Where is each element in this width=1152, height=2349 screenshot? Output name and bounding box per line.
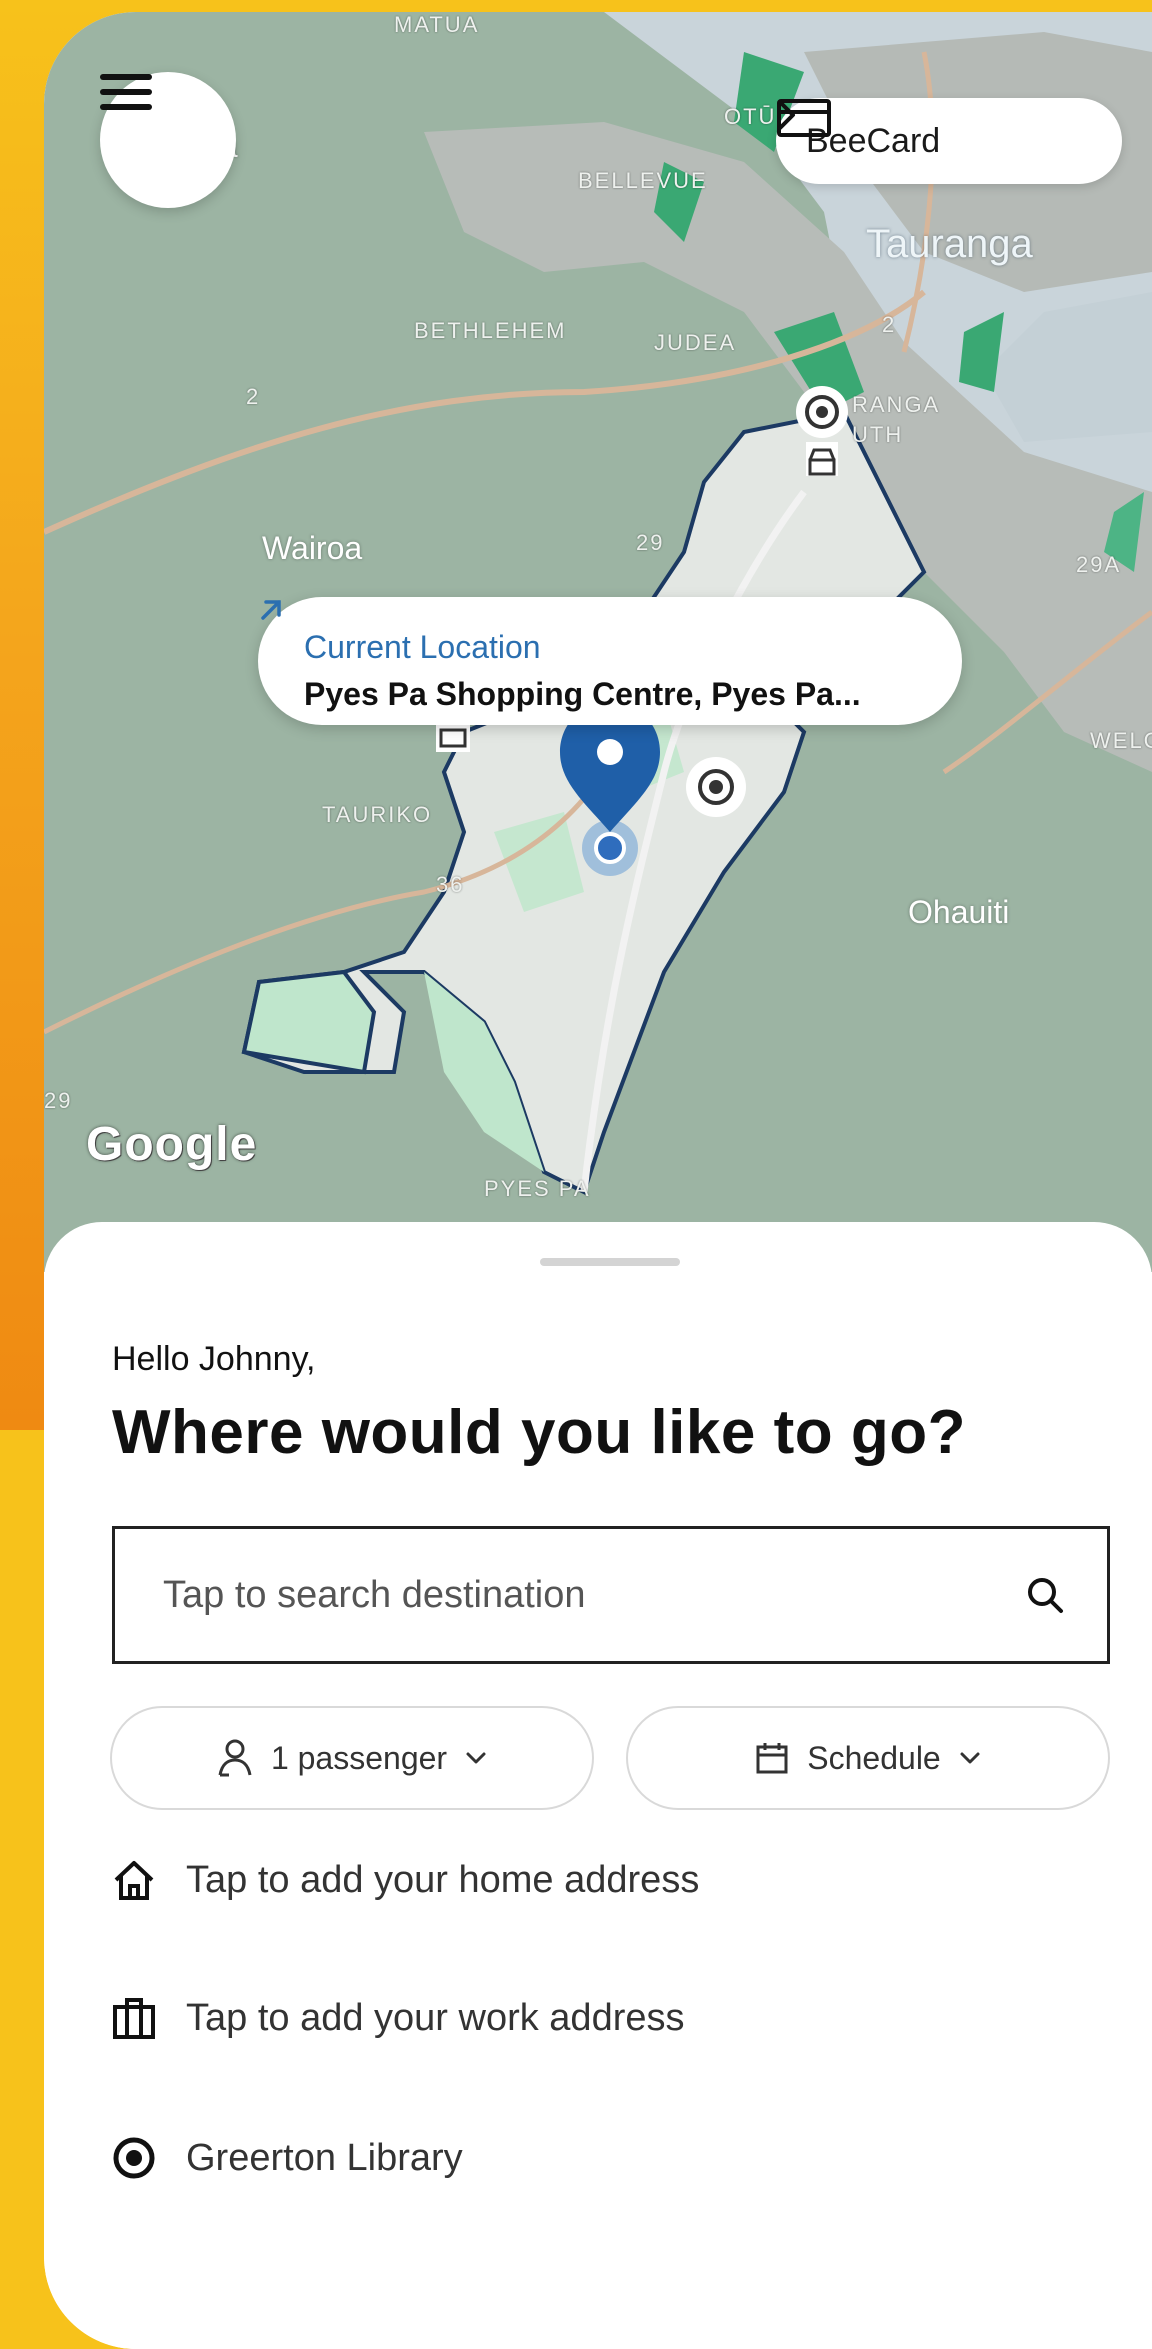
current-location-callout[interactable]: Current Location Pyes Pa Shopping Centre… [258,597,962,725]
map-road-29: 29 [636,530,665,555]
map-label-ranga: RANGA [852,392,941,417]
schedule-selector[interactable]: Schedule [626,1706,1110,1810]
map-road-2-west: 2 [246,384,261,409]
home-address-label: Tap to add your home address [186,1858,700,1901]
greeting-text: Hello Johnny, [112,1340,316,1378]
briefcase-icon [113,1998,155,2039]
calendar-icon [756,1743,788,1774]
map-road-2-north: 2 [882,312,897,337]
map-label-ohauiti: Ohauiti [908,894,1010,930]
chevron-down-icon [960,1752,980,1764]
sheet-drag-handle[interactable] [540,1258,680,1266]
work-address-label: Tap to add your work address [186,1996,685,2039]
home-icon [114,1861,154,1900]
chevron-right-icon [778,100,795,130]
map-label-otu: OTŪ [724,104,777,129]
map-label-judea: JUDEA [654,330,737,355]
home-address-row[interactable]: Tap to add your home address [112,1858,699,1902]
recent-place-row[interactable]: Greerton Library [112,2136,463,2180]
chevron-down-icon [466,1752,486,1764]
map-road-29a: 29A [1076,552,1122,577]
destination-search-input[interactable]: Tap to search destination [112,1526,1110,1664]
map-label-pyes-pa: PYES PA [484,1176,591,1201]
current-location-address: Pyes Pa Shopping Centre, Pyes Pa... [304,676,861,712]
passenger-selector[interactable]: 1 passenger [110,1706,594,1810]
work-address-row[interactable]: Tap to add your work address [112,1996,685,2040]
map-road-29-south: 29 [44,1088,73,1113]
beecard-button[interactable]: BeeCard [776,98,1122,184]
recent-place-label: Greerton Library [186,2136,463,2179]
map-label-welc: WELC [1090,728,1152,753]
map-view[interactable]: MATUA OTŪ na BELLEVUE Tauranga BETHLEHEM… [44,12,1152,1272]
map-label-tauriko: TAURIKO [322,802,433,827]
current-location-title: Current Location [304,629,541,665]
map-label-matua: MATUA [394,12,480,37]
map-label-bellevue: BELLEVUE [578,168,708,193]
map-label-bethlehem: BETHLEHEM [414,318,567,343]
search-placeholder: Tap to search destination [163,1573,586,1616]
map-road-36: 36 [436,872,465,897]
person-icon [218,1739,252,1777]
passenger-label: 1 passenger [270,1739,448,1776]
hamburger-icon [100,74,152,110]
bottom-sheet: Hello Johnny, Where would you like to go… [44,1222,1152,2349]
map-label-wairoa: Wairoa [262,530,363,566]
page-title: Where would you like to go? [112,1398,966,1467]
search-icon [1028,1578,1063,1613]
schedule-label: Schedule [807,1739,941,1776]
google-logo: Google [86,1118,258,1171]
arrow-up-right-icon [261,600,281,620]
map-label-tauranga: Tauranga [866,222,1033,266]
phone-screen: MATUA OTŪ na BELLEVUE Tauranga BETHLEHEM… [44,12,1152,2349]
location-target-icon [113,2137,155,2179]
menu-button[interactable] [100,72,236,208]
map-label-uth: UTH [852,422,904,447]
